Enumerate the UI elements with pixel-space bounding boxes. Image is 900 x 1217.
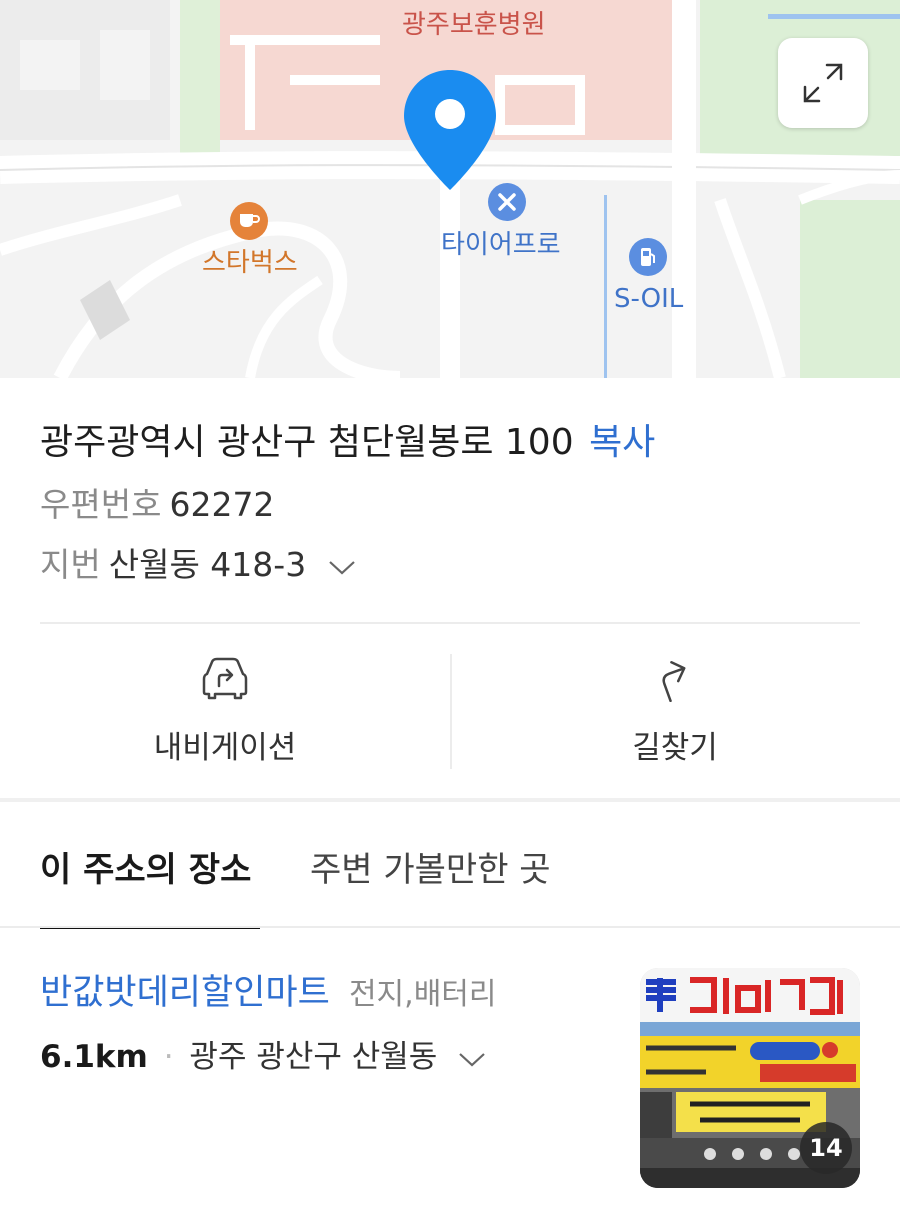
action-bar: 내비게이션 길찾기 [0, 624, 900, 800]
map-label-starbucks[interactable]: 스타벅스 [202, 242, 298, 279]
postal-code-value: 62272 [169, 485, 275, 524]
lot-address-row[interactable]: 지번 산월동 418-3 [40, 542, 860, 588]
gas-station-icon[interactable] [629, 238, 667, 276]
place-distance: 6.1km [40, 1039, 148, 1075]
lot-address-value: 산월동 418-3 [108, 545, 307, 584]
expand-icon [803, 63, 843, 103]
map-label-gas-station[interactable]: S-OIL [614, 284, 683, 314]
place-area: 광주 광산구 산월동 [189, 1039, 438, 1075]
tabs-divider [0, 926, 900, 928]
turn-right-arrow-icon [662, 661, 686, 702]
chevron-down-icon[interactable] [327, 558, 357, 576]
directions-button[interactable]: 길찾기 [450, 624, 900, 800]
postal-code-label: 우편번호 [40, 485, 162, 524]
place-photo-thumbnail[interactable]: 14 [640, 968, 860, 1188]
photo-count-badge: 14 [800, 1122, 852, 1174]
map-label-tire-shop[interactable]: 타이어프로 [441, 224, 561, 261]
expand-map-button[interactable] [778, 38, 868, 128]
lot-address-label: 지번 [40, 545, 101, 584]
postal-code-row: 우편번호 62272 [40, 482, 860, 528]
location-pin-icon [404, 70, 496, 190]
chevron-down-icon[interactable] [457, 1050, 487, 1068]
road-address-text: 광주광역시 광산구 첨단월봉로 100 [40, 422, 574, 463]
car-navigation-icon [202, 657, 248, 700]
map-view[interactable]: 광주보훈병원 스타벅스 타이어프로 S-OIL [0, 0, 900, 378]
place-category: 전지,배터리 [348, 977, 497, 1012]
copy-address-button[interactable]: 복사 [589, 422, 655, 463]
directions-label: 길찾기 [632, 730, 718, 766]
tab-places-at-address[interactable]: 이 주소의 장소 [40, 842, 251, 891]
separator-dot: · [163, 1039, 174, 1075]
address-section: 광주광역시 광산구 첨단월봉로 100 복사 우편번호 62272 지번 산월동 4… [40, 418, 860, 588]
place-name-link[interactable]: 반값밧데리할인마트 [40, 973, 330, 1013]
tab-bar: 이 주소의 장소 주변 가볼만한 곳 [0, 802, 900, 929]
map-label-hospital[interactable]: 광주보훈병원 [402, 4, 546, 41]
tab-nearby-attractions[interactable]: 주변 가볼만한 곳 [310, 842, 551, 891]
cafe-icon[interactable] [230, 202, 268, 240]
road-address: 광주광역시 광산구 첨단월봉로 100 복사 [40, 418, 860, 468]
navigation-label: 내비게이션 [153, 730, 297, 766]
navigation-button[interactable]: 내비게이션 [0, 624, 450, 800]
